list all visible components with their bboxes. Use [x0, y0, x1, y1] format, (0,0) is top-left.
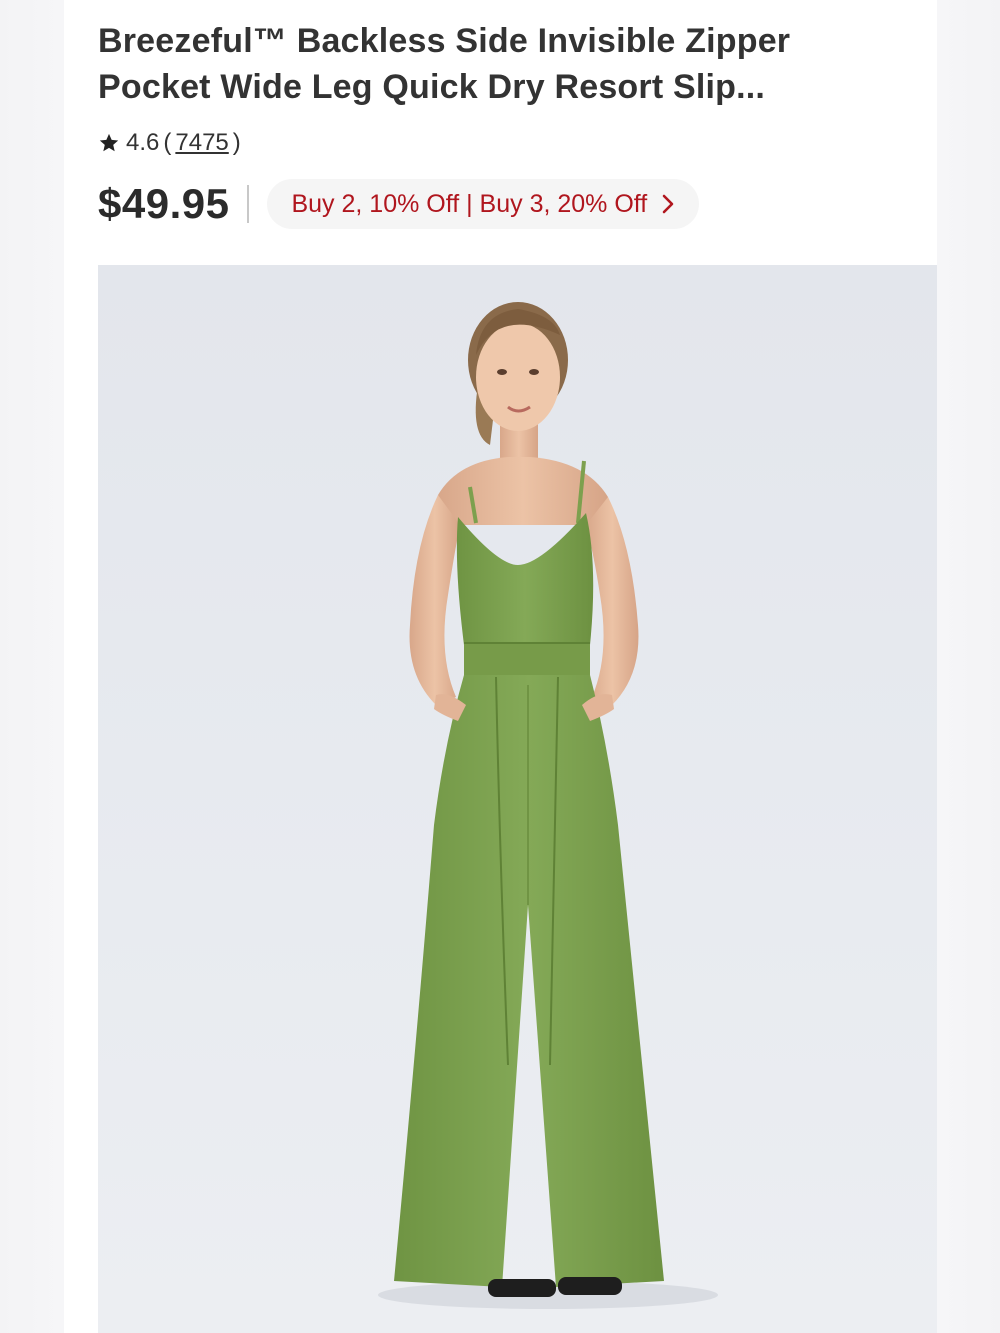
product-title: Breezeful™ Backless Side Invisible Zippe… — [98, 22, 791, 106]
promo-label: Buy 2, 10% Off | Buy 3, 20% Off — [291, 189, 648, 218]
review-count-link[interactable]: 7475 — [175, 129, 228, 157]
review-open-paren: ( — [163, 129, 172, 156]
rating-value: 4.6 — [126, 129, 160, 156]
product-card: Breezeful™ Backless Side Invisible Zippe… — [64, 0, 937, 1333]
chevron-right-icon — [662, 194, 674, 214]
price-divider — [247, 185, 250, 223]
product-image[interactable] — [98, 265, 937, 1333]
star-icon — [99, 133, 119, 152]
rating-row: 4.6 ( 7475 ) — [98, 126, 245, 160]
review-close-paren: ) — [232, 129, 241, 156]
left-margin — [0, 0, 64, 1333]
right-margin — [937, 0, 1000, 1333]
price-row: $49.95 Buy 2, 10% Off | Buy 3, 20% Off — [98, 176, 700, 232]
promo-button[interactable]: Buy 2, 10% Off | Buy 3, 20% Off — [267, 179, 700, 229]
model-illustration — [378, 302, 718, 1309]
product-price: $49.95 — [98, 180, 230, 227]
